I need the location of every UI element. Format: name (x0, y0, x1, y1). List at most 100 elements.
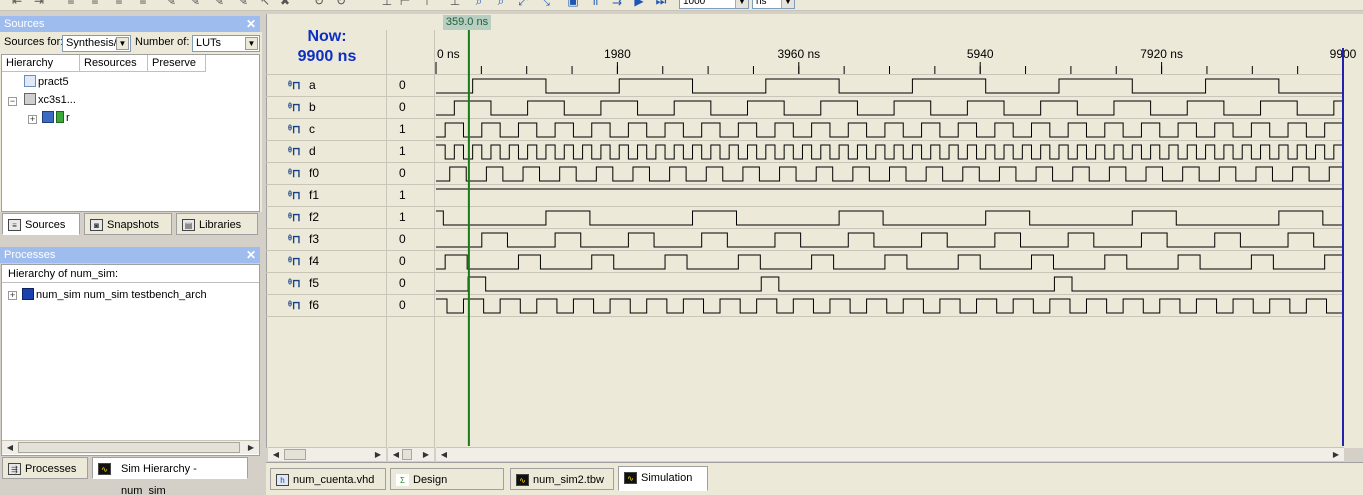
tab-num-sim2[interactable]: ∿ num_sim2.tbw (510, 468, 614, 490)
delete-icon[interactable]: ✖ (278, 0, 292, 8)
tab-libraries[interactable]: ▤ Libraries (176, 213, 258, 235)
chevron-down-icon[interactable]: ▼ (735, 0, 748, 8)
tree-item-project[interactable]: pract5 (24, 75, 69, 89)
tree-item-device[interactable]: xc3s1... (24, 93, 76, 107)
snap-icon[interactable]: ⊤ (420, 0, 434, 8)
step-icon[interactable]: ⇉ (610, 0, 624, 8)
tree-item-num-sim[interactable]: num_sim num_sim testbench_arch (22, 288, 207, 302)
scroll-right-icon[interactable]: ▶ (372, 448, 384, 461)
comment-icon[interactable]: ≡ (64, 0, 78, 8)
signal-row-f5[interactable]: ᶿ⊓ f5 0 (266, 273, 1344, 295)
tree-item-module[interactable]: r (42, 111, 70, 125)
zoom-fit-icon[interactable]: ⤢ (516, 0, 530, 8)
restart-icon[interactable]: ▣ (566, 0, 580, 8)
signal-row-c[interactable]: ᶿ⊓ c 1 (266, 119, 1344, 141)
signal-row-a[interactable]: ᶿ⊓ a 0 (266, 75, 1344, 97)
signal-row-f3[interactable]: ᶿ⊓ f3 0 (266, 229, 1344, 251)
expand-icon[interactable]: + (8, 291, 17, 300)
signal-name[interactable]: f4 (309, 254, 319, 268)
tab-snapshots[interactable]: ◙ Snapshots (84, 213, 172, 235)
run-unit-select[interactable]: ns ▼ (752, 0, 795, 9)
align-icon[interactable]: ≡ (112, 0, 126, 8)
signal-icon: ᶿ⊓ (288, 234, 301, 246)
signal-row-f4[interactable]: ᶿ⊓ f4 0 (266, 251, 1344, 273)
waveform-icon: ∿ (98, 463, 111, 475)
close-icon[interactable]: ✕ (246, 16, 256, 32)
signal-name[interactable]: f5 (309, 276, 319, 290)
scroll-right-icon[interactable]: ▶ (1330, 448, 1342, 461)
col-resources[interactable]: Resources (80, 55, 148, 72)
zoom-in-icon[interactable]: ⌕ (472, 0, 486, 8)
tab-processes[interactable]: ⇶ Processes (2, 457, 88, 479)
names-hscroll[interactable]: ◀ ▶ (268, 447, 386, 461)
sources-tab-icon: ≡ (8, 219, 21, 231)
measure-icon[interactable]: ⊢ (398, 0, 412, 8)
signal-row-f1[interactable]: ᶿ⊓ f1 1 (266, 185, 1344, 207)
run-for-icon[interactable]: ⏭ (654, 0, 668, 8)
col-hierarchy[interactable]: Hierarchy (2, 55, 80, 72)
pointer-icon[interactable]: ↖ (258, 0, 272, 8)
close-icon[interactable]: ✕ (246, 247, 256, 263)
signal-name[interactable]: f3 (309, 232, 319, 246)
run-icon[interactable]: ▶ (632, 0, 646, 8)
number-of-select[interactable]: LUTs ▼ (192, 35, 260, 52)
chevron-down-icon[interactable]: ▼ (116, 37, 129, 50)
scroll-thumb[interactable] (402, 449, 412, 460)
signal-row-f0[interactable]: ᶿ⊓ f0 0 (266, 163, 1344, 185)
bookmark-next-icon[interactable]: ✎ (188, 0, 202, 8)
signal-row-f2[interactable]: ᶿ⊓ f2 1 (266, 207, 1344, 229)
signal-row-d[interactable]: ᶿ⊓ d 1 (266, 141, 1344, 163)
refresh-icon[interactable]: ↻ (312, 0, 326, 8)
processes-hscroll[interactable]: ◀ ▶ (2, 440, 259, 454)
zoom-full-icon[interactable]: ⤡ (538, 0, 552, 8)
signal-row-f6[interactable]: ᶿ⊓ f6 0 (266, 295, 1344, 317)
tab-simulation[interactable]: ∿ Simulation (618, 466, 708, 491)
chevron-down-icon[interactable]: ▼ (781, 0, 794, 8)
reload-icon[interactable]: ↻ (334, 0, 348, 8)
signal-icon: ᶿ⊓ (288, 168, 301, 180)
tab-sim-hierarchy[interactable]: ∿ Sim Hierarchy - num_sim (92, 457, 248, 495)
tab-design-summary[interactable]: Σ Design Summary (390, 468, 504, 490)
cursor-icon[interactable]: ⊥ (448, 0, 462, 8)
signal-name[interactable]: f2 (309, 210, 319, 224)
pause-icon[interactable]: ॥ (588, 0, 602, 8)
indent-right-icon[interactable]: ⇥ (32, 0, 46, 8)
signal-name[interactable]: c (309, 122, 315, 136)
chevron-down-icon[interactable]: ▼ (245, 37, 258, 50)
align2-icon[interactable]: ≡ (136, 0, 150, 8)
signal-row-b[interactable]: ᶿ⊓ b 0 (266, 97, 1344, 119)
bookmark-prev-icon[interactable]: ✎ (212, 0, 226, 8)
bookmark-clear-icon[interactable]: ✎ (236, 0, 250, 8)
library-icon: ▤ (182, 219, 195, 231)
wave-hscroll[interactable]: ◀ ▶ (436, 447, 1344, 461)
run-time-input[interactable]: 1000 ▼ (679, 0, 749, 9)
signal-name[interactable]: f0 (309, 166, 319, 180)
col-preserve[interactable]: Preserve (148, 55, 206, 72)
signal-name[interactable]: f1 (309, 188, 319, 202)
scroll-left-icon[interactable]: ◀ (270, 448, 282, 461)
waveform-icon: ∿ (516, 474, 529, 486)
tab-sources[interactable]: ≡ Sources (2, 213, 80, 235)
signal-name[interactable]: d (309, 144, 316, 158)
scroll-left-icon[interactable]: ◀ (4, 441, 16, 454)
expand-icon[interactable]: + (28, 115, 37, 124)
signal-name[interactable]: f6 (309, 298, 319, 312)
sources-for-select[interactable]: Synthesis/ ▼ (62, 35, 131, 52)
signal-name[interactable]: b (309, 100, 316, 114)
scroll-left-icon[interactable]: ◀ (390, 448, 402, 461)
bookmark-icon[interactable]: ✎ (164, 0, 178, 8)
expand-icon[interactable]: − (8, 97, 17, 106)
indent-left-icon[interactable]: ⇤ (10, 0, 24, 8)
scroll-left-icon[interactable]: ◀ (438, 448, 450, 461)
scroll-thumb[interactable] (18, 442, 240, 453)
uncomment-icon[interactable]: ≡ (88, 0, 102, 8)
scroll-right-icon[interactable]: ▶ (420, 448, 432, 461)
signal-name[interactable]: a (309, 78, 316, 92)
tab-num-cuenta[interactable]: h num_cuenta.vhd (270, 468, 386, 490)
scroll-right-icon[interactable]: ▶ (245, 441, 257, 454)
values-hscroll[interactable]: ◀ ▶ (388, 447, 434, 461)
marker-icon[interactable]: ⊥ (380, 0, 394, 8)
cursor-time-label[interactable]: 359.0 ns (442, 15, 492, 30)
scroll-thumb[interactable] (284, 449, 306, 460)
zoom-out-icon[interactable]: ⌕ (494, 0, 508, 8)
